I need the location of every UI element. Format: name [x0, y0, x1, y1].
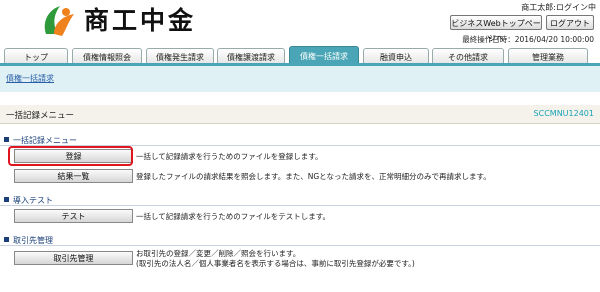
- section-divider: [0, 205, 600, 206]
- login-user-status: 商工太郎:ログイン中: [521, 3, 596, 12]
- test-description: 一括して記録請求を行うためのファイルをテストします。: [136, 212, 331, 221]
- client-management-note: (取引先の法人名／個人事業者名を表示する場合は、事前に取引先登録が必要です。): [136, 259, 415, 268]
- section-heading-label: 導入テスト: [13, 196, 53, 205]
- client-management-button[interactable]: 取引先管理: [14, 251, 133, 265]
- register-button-highlight: [8, 146, 133, 166]
- register-description: 一括して記録請求を行うためのファイルを登録します。: [136, 152, 323, 161]
- sub-navigation-bar: [0, 66, 600, 92]
- logo-text: 商工中金: [84, 6, 197, 35]
- page-title-bar: [0, 105, 600, 124]
- section-divider: [0, 245, 600, 246]
- result-list-button[interactable]: 結果一覧: [14, 169, 133, 183]
- square-bullet-icon: [4, 237, 9, 242]
- subnav-bulk-claim-link[interactable]: 債権一括請求: [6, 73, 54, 84]
- square-bullet-icon: [4, 197, 9, 202]
- logout-button[interactable]: ログアウト: [546, 15, 594, 30]
- test-button[interactable]: テスト: [14, 209, 133, 223]
- result-list-description: 登録したファイルの請求結果を照会します。また、NGとなった請求を、正常明細分のみ…: [136, 172, 491, 181]
- business-web-top-button[interactable]: ビジネスWebトップページへ: [450, 15, 542, 43]
- screen-id: SCCMNU12401: [533, 109, 594, 118]
- section-heading-label: 一括記録メニュー: [13, 136, 77, 145]
- company-logo-icon: [44, 6, 74, 36]
- section-heading-label: 取引先管理: [13, 236, 53, 245]
- client-management-description: お取引先の登録／変更／削除／照会を行います。: [136, 249, 301, 258]
- square-bullet-icon: [4, 137, 9, 142]
- page-title: 一括記録メニュー: [6, 111, 75, 121]
- main-tab-bar: トップ 債権情報照会 債権発生請求 債権譲渡請求 債権一括請求 融資申込 その他…: [0, 44, 600, 65]
